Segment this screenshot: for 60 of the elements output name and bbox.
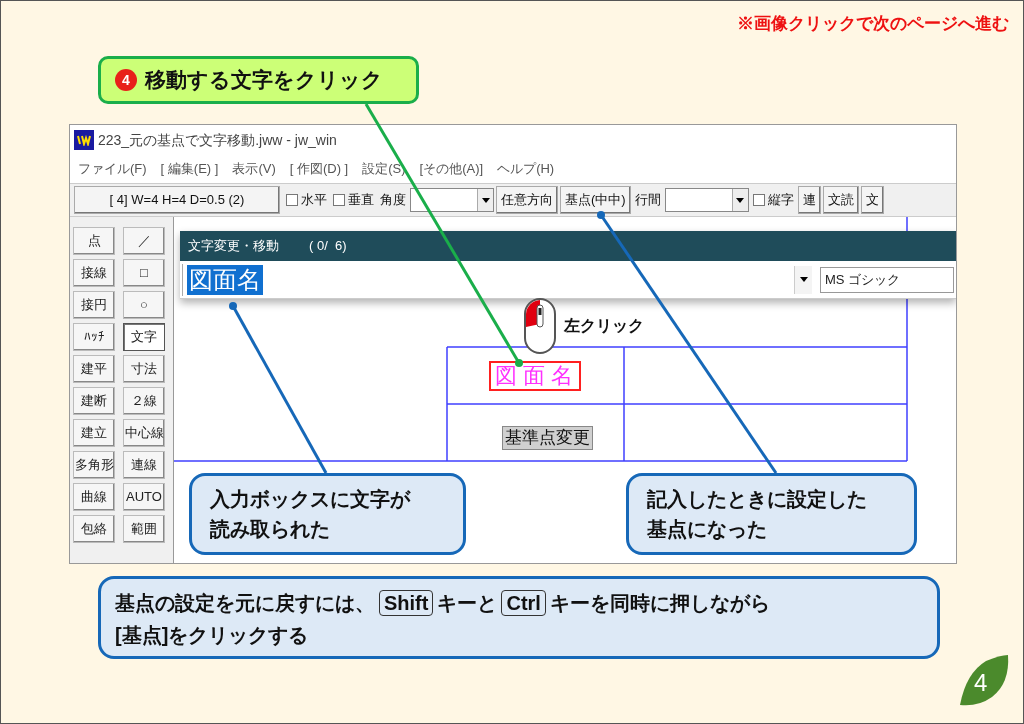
tool-button[interactable]: ○ bbox=[123, 291, 165, 319]
tool-button[interactable]: 連線 bbox=[123, 451, 165, 479]
tool-button[interactable]: 寸法 bbox=[123, 355, 165, 383]
tool-button[interactable]: 建平 bbox=[73, 355, 115, 383]
checkbox[interactable]: 垂直 bbox=[333, 190, 374, 210]
tool-button[interactable]: 多角形 bbox=[73, 451, 115, 479]
dialog-title: 文字変更・移動 bbox=[188, 237, 279, 256]
toolbar-button[interactable]: 基点(中中) bbox=[560, 186, 631, 214]
tool-button[interactable]: 中心線 bbox=[123, 419, 165, 447]
instruction-text: 基点の設定を元に戻すには、 bbox=[115, 591, 375, 616]
window-title: 223_元の基点で文字移動.jww - jw_win bbox=[98, 130, 337, 150]
dialog-counter: ( 0/ 6) bbox=[309, 237, 347, 256]
callout-text: 入力ボックスに文字が bbox=[210, 487, 412, 512]
base-point-label: 基準点変更 bbox=[502, 426, 593, 450]
tool-button[interactable]: 包絡 bbox=[73, 515, 115, 543]
instruction-text: キーと bbox=[437, 591, 498, 616]
tool-button[interactable]: □ bbox=[123, 259, 165, 287]
click-label: 左クリック bbox=[564, 316, 644, 336]
font-field[interactable]: MS ゴシック bbox=[820, 266, 954, 293]
menu-item[interactable]: [ 作図(D) ] bbox=[289, 159, 349, 179]
toolbar-button[interactable]: 文 bbox=[860, 186, 884, 214]
callout-text: 記入したときに設定した bbox=[647, 487, 868, 512]
app-logo-icon bbox=[74, 130, 94, 150]
tool-button[interactable]: 点 bbox=[73, 227, 115, 255]
field-label: 角度 bbox=[380, 191, 406, 210]
step-number: 4 bbox=[115, 69, 137, 91]
menu-item[interactable]: [ 編集(E) ] bbox=[160, 159, 219, 179]
page-number: 4 bbox=[974, 668, 988, 698]
step-text: 移動する文字をクリック bbox=[145, 67, 383, 94]
instruction-text: [基点]をクリックする bbox=[115, 623, 309, 648]
instruction-text: キーを同時に押しながら bbox=[549, 591, 770, 616]
toolbar-button[interactable]: 任意方向 bbox=[496, 186, 558, 214]
toolbar-button[interactable]: 連 bbox=[797, 186, 821, 214]
tool-button[interactable]: 曲線 bbox=[73, 483, 115, 511]
tool-button[interactable]: 建立 bbox=[73, 419, 115, 447]
checkbox[interactable]: 水平 bbox=[286, 190, 327, 210]
tool-button[interactable]: ／ bbox=[123, 227, 165, 255]
key-cap: Shift bbox=[379, 590, 434, 616]
tool-button[interactable]: 接円 bbox=[73, 291, 115, 319]
menu-item[interactable]: ファイル(F) bbox=[78, 159, 147, 179]
selected-text: 図面名 bbox=[187, 264, 263, 295]
tool-button[interactable]: AUTO bbox=[123, 483, 165, 511]
callout-text: 読み取られた bbox=[210, 517, 331, 542]
toolbar-button[interactable]: 文読 bbox=[822, 186, 859, 214]
toolbar-button[interactable]: [ 4] W=4 H=4 D=0.5 (2) bbox=[74, 186, 280, 214]
text-input-field[interactable]: 図面名 bbox=[182, 263, 812, 296]
field-label: 行間 bbox=[634, 191, 661, 210]
key-cap: Ctrl bbox=[501, 590, 546, 616]
tool-button[interactable]: 範囲 bbox=[123, 515, 165, 543]
menu-item[interactable]: [その他(A)] bbox=[419, 159, 484, 179]
tool-button[interactable]: ﾊｯﾁ bbox=[73, 323, 115, 351]
tool-button[interactable]: 建断 bbox=[73, 387, 115, 415]
menu-item[interactable]: ヘルプ(H) bbox=[497, 159, 555, 179]
checkbox[interactable]: 縦字 bbox=[752, 190, 794, 210]
menu-item[interactable]: 表示(V) bbox=[232, 159, 276, 179]
tool-button[interactable]: 接線 bbox=[73, 259, 115, 287]
callout-text: 基点になった bbox=[647, 517, 768, 542]
page-note: ※画像クリックで次のページへ進む bbox=[737, 13, 1009, 35]
tool-button[interactable]: ２線 bbox=[123, 387, 165, 415]
tool-button[interactable]: 文字 bbox=[123, 323, 165, 351]
